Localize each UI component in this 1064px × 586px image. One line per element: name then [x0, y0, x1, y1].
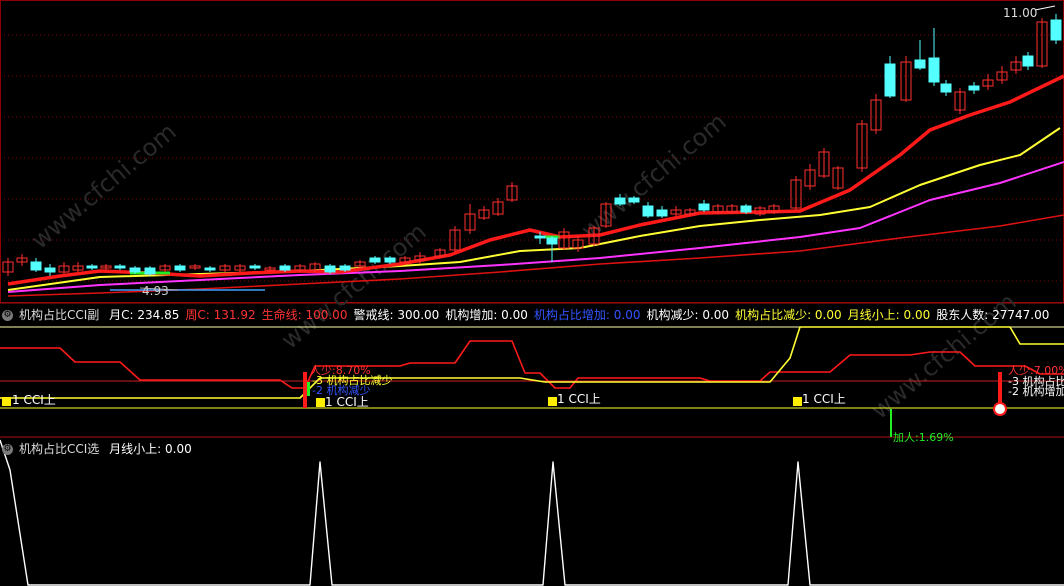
- high-price-label: 11.00: [1003, 6, 1038, 20]
- annotation-inst-increase-right: -2 机构增加: [1008, 385, 1064, 398]
- candle-body: [249, 265, 261, 269]
- candle-body: [369, 257, 381, 263]
- indicator2-value-0: 月线小上: 0.00: [109, 442, 192, 456]
- candle-body: [324, 265, 336, 273]
- candle-body: [628, 197, 640, 203]
- watermark-text: www.cfchi.com: [276, 217, 432, 354]
- indicator2-title[interactable]: 机构占比CCI选: [19, 442, 99, 456]
- annotation-people-increase: 加人:1.69%: [893, 431, 954, 444]
- candle-body: [740, 205, 752, 213]
- candle-body: [968, 85, 980, 91]
- candle-body: [384, 257, 396, 263]
- candle-body: [114, 265, 126, 269]
- indicator1-value-5: 机构占比增加: 0.00: [533, 308, 641, 322]
- cci-marker: [793, 397, 802, 406]
- high-price-pointer: [1034, 5, 1056, 11]
- indicator1-value-3: 警戒线: 300.00: [353, 308, 440, 322]
- candle-body: [1050, 19, 1062, 41]
- watermark-text: www.cfchi.com: [26, 117, 182, 254]
- indicator1-title[interactable]: 机构占比CCI副: [19, 308, 99, 322]
- signal-circle: [993, 402, 1007, 416]
- candle-body: [914, 59, 926, 69]
- indicator1-value-8: 月线小上: 0.00: [847, 308, 931, 322]
- indicator1-value-9: 股东人数: 27747.00: [936, 308, 1050, 322]
- signal-bar: [303, 372, 307, 408]
- indicator1-value-2: 生命线: 100.00: [261, 308, 348, 322]
- indicator2-settings-icon[interactable]: ⚙: [2, 444, 13, 455]
- candle-body: [884, 63, 896, 97]
- cci-marker: [316, 398, 325, 407]
- candle-body: [534, 235, 546, 239]
- indicator1-value-4: 机构增加: 0.00: [445, 308, 528, 322]
- indicator1-value-0: 月C: 234.85: [109, 308, 180, 322]
- indicator1-value-6: 机构减少: 0.00: [646, 308, 730, 322]
- signal-bar: [307, 382, 310, 396]
- candle-body: [656, 209, 668, 217]
- cci-label: 1 CCI上: [12, 393, 56, 407]
- candle-body: [30, 261, 42, 271]
- candle-body: [928, 57, 940, 83]
- low-price-label: 4.93: [142, 284, 169, 298]
- candle-body: [1022, 55, 1034, 67]
- cci-marker: [548, 397, 557, 406]
- indicator2-header: ⚙ 机构占比CCI选 月线小上: 0.00: [0, 441, 204, 457]
- candle-body: [698, 203, 710, 211]
- candle-body: [144, 267, 156, 275]
- indicator1-header: ⚙ 机构占比CCI副 月C: 234.85 周C: 131.92 生命线: 100.0…: [0, 307, 1061, 323]
- indicator1-settings-icon[interactable]: ⚙: [2, 310, 13, 321]
- candle-body: [940, 83, 952, 93]
- annotation-inst-decrease: -2 机构减少: [312, 384, 371, 397]
- candle-body: [642, 205, 654, 217]
- candle-body: [86, 265, 98, 269]
- candle-body: [339, 265, 351, 271]
- indicator1-value-1: 周C: 131.92: [185, 308, 256, 322]
- candle-body: [204, 267, 216, 271]
- cci-label: 1 CCI上: [557, 392, 601, 406]
- cci-label: 1 CCI上: [802, 392, 846, 406]
- candle-body: [279, 265, 291, 271]
- watermark-text: www.cfchi.com: [576, 107, 732, 244]
- signal-line: [0, 439, 1064, 586]
- indicator1-value-7: 机构占比减少: 0.00: [735, 308, 842, 322]
- candle-body: [614, 197, 626, 205]
- candle-body: [174, 265, 186, 271]
- candle-body: [129, 267, 141, 273]
- candle-body: [546, 237, 558, 245]
- candle-body: [44, 267, 56, 273]
- cci-marker: [2, 397, 11, 406]
- ma-line-5day: [7, 74, 1064, 286]
